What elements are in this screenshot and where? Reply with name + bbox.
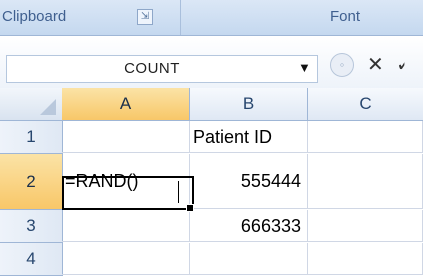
- select-all-corner[interactable]: [0, 88, 63, 121]
- cell-a3[interactable]: [62, 210, 190, 242]
- cell-b4[interactable]: [190, 243, 308, 275]
- dialog-launcher-icon[interactable]: ⇲: [137, 9, 153, 25]
- column-header-c[interactable]: C: [308, 88, 423, 121]
- clipboard-group: Clipboard ⇲: [0, 0, 181, 35]
- fill-handle[interactable]: [186, 204, 194, 212]
- text-cursor: [178, 181, 179, 203]
- column-header-b[interactable]: B: [190, 88, 308, 121]
- row-header-2[interactable]: 2: [0, 154, 63, 210]
- cell-c2[interactable]: [308, 154, 423, 209]
- fx-icon[interactable]: ◦: [330, 53, 354, 77]
- cell-a1[interactable]: [62, 121, 190, 153]
- font-group-label: Font: [330, 8, 361, 25]
- cell-b3[interactable]: 666333: [190, 210, 308, 242]
- ribbon: Clipboard ⇲ Font: [0, 0, 423, 36]
- cell-c4[interactable]: [308, 243, 423, 275]
- row-header-4[interactable]: 4: [0, 243, 63, 276]
- row-header-3[interactable]: 3: [0, 210, 63, 243]
- row-header-1[interactable]: 1: [0, 121, 63, 154]
- cell-b2[interactable]: 555444: [190, 154, 308, 209]
- active-cell-border: [62, 176, 194, 210]
- cell-b1[interactable]: Patient ID: [190, 121, 308, 153]
- cell-c1[interactable]: [308, 121, 423, 153]
- cancel-icon[interactable]: ✕: [367, 52, 384, 77]
- name-box-dropdown-icon[interactable]: ▼: [298, 60, 311, 75]
- formula-bar: COUNT ▼ ◦ ✕ ✓: [0, 36, 423, 89]
- enter-icon[interactable]: ✓: [396, 52, 404, 77]
- name-box-value: COUNT: [124, 60, 180, 77]
- clipboard-group-label: Clipboard: [2, 8, 67, 25]
- cell-a4[interactable]: [62, 243, 190, 275]
- column-header-a[interactable]: A: [62, 88, 190, 121]
- name-box[interactable]: COUNT ▼: [6, 55, 318, 83]
- select-all-icon: [40, 99, 56, 115]
- cell-c3[interactable]: [308, 210, 423, 242]
